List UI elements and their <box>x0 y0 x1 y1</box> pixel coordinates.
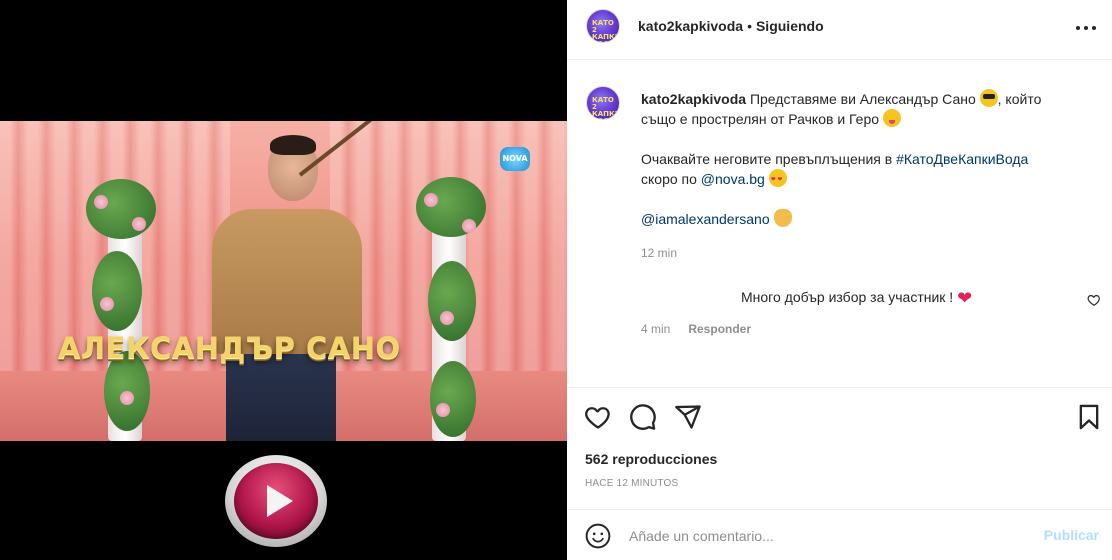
caption-text: скоро по <box>641 171 697 187</box>
rose <box>462 219 476 233</box>
rose <box>120 391 134 405</box>
post-media[interactable]: NOVA АЛЕКСАНДЪР САНО <box>0 0 567 560</box>
sunglasses-emoji-icon <box>979 89 998 107</box>
vine <box>428 261 476 341</box>
rose <box>436 403 450 417</box>
comment-time[interactable]: 4 min <box>641 322 670 336</box>
mention-person-link[interactable]: @iamalexandersano <box>641 211 770 227</box>
clapping-hands-emoji-icon <box>773 209 792 227</box>
reply-button[interactable]: Responder <box>688 322 751 336</box>
nova-logo: NOVA <box>500 147 530 171</box>
caption-time[interactable]: 12 min <box>641 243 1081 263</box>
caption: kato2kapkivoda Представяме ви Александър… <box>641 89 1081 263</box>
like-comment-heart-icon[interactable] <box>1087 293 1101 307</box>
comment-bubble-icon[interactable] <box>629 403 657 431</box>
header-username[interactable]: kato2kapkivoda <box>638 18 743 34</box>
save-bookmark-icon[interactable] <box>1075 403 1103 431</box>
caption-text: , който <box>997 91 1042 107</box>
vine <box>86 179 156 239</box>
follow-state-button[interactable]: Siguiendo <box>756 18 824 34</box>
share-send-icon[interactable] <box>674 403 702 431</box>
vine <box>430 361 476 437</box>
comment-input[interactable] <box>629 524 1029 548</box>
caption-avatar[interactable]: КАТО2 КАПКИВОДА <box>586 86 620 120</box>
rose <box>94 195 108 209</box>
hashtag-link[interactable]: #КатоДвеКапкиВода <box>896 151 1028 167</box>
video-overlay-title: АЛЕКСАНДЪР САНО <box>58 331 401 365</box>
avatar[interactable]: КАТО2 КАПКИВОДА <box>586 9 620 43</box>
post-sidebar: КАТО2 КАПКИВОДА kato2kapkivoda • Siguien… <box>567 0 1112 560</box>
red-heart-emoji-icon: ❤ <box>957 288 973 308</box>
comment-item: Много добър избор за участник ! ❤ <box>741 287 972 308</box>
vine <box>92 251 142 331</box>
caption-text: Очаквайте неговите превъплъщения в <box>641 151 893 167</box>
heart-eyes-emoji-icon <box>768 169 787 190</box>
video-frame[interactable]: NOVA АЛЕКСАНДЪР САНО <box>0 121 567 441</box>
play-button-inner <box>234 463 318 539</box>
comment-composer: Publicar <box>567 509 1112 560</box>
mention-nova-link[interactable]: @nova.bg <box>701 171 765 187</box>
rose <box>440 311 454 325</box>
caption-username[interactable]: kato2kapkivoda <box>641 91 746 107</box>
publish-button[interactable]: Publicar <box>1044 527 1099 543</box>
comments-section: КАТО2 КАПКИВОДА kato2kapkivoda Представя… <box>567 61 1112 386</box>
zany-face-emoji-icon <box>882 109 901 127</box>
caption-text: Представяме ви Александър Сано <box>749 91 976 107</box>
post-header: КАТО2 КАПКИВОДА kato2kapkivoda • Siguien… <box>567 0 1112 60</box>
caption-text: също е прострелян от Рачков и Геро <box>641 111 880 127</box>
more-options-icon[interactable] <box>1076 18 1096 38</box>
person-hair <box>270 135 316 155</box>
play-icon <box>267 485 293 517</box>
avatar-logo: КАТО2 КАПКИВОДА <box>592 96 620 120</box>
rose <box>100 297 114 311</box>
emoji-picker-icon[interactable] <box>585 523 611 549</box>
like-heart-icon[interactable] <box>584 403 612 431</box>
comment-text: Много добър избор за участник ! <box>741 289 954 305</box>
comment-meta: 4 min Responder <box>641 322 751 336</box>
play-button[interactable] <box>225 455 327 547</box>
avatar-logo: КАТО2 КАПКИВОДА <box>592 19 620 43</box>
view-count[interactable]: 562 reproducciones <box>585 451 717 467</box>
post-actions: 562 reproducciones HACE 12 MINUTOS Publi… <box>567 387 1112 560</box>
rose <box>132 217 146 231</box>
rose <box>424 193 438 207</box>
post-time-ago[interactable]: HACE 12 MINUTOS <box>585 478 678 489</box>
header-separator: • <box>747 18 752 34</box>
